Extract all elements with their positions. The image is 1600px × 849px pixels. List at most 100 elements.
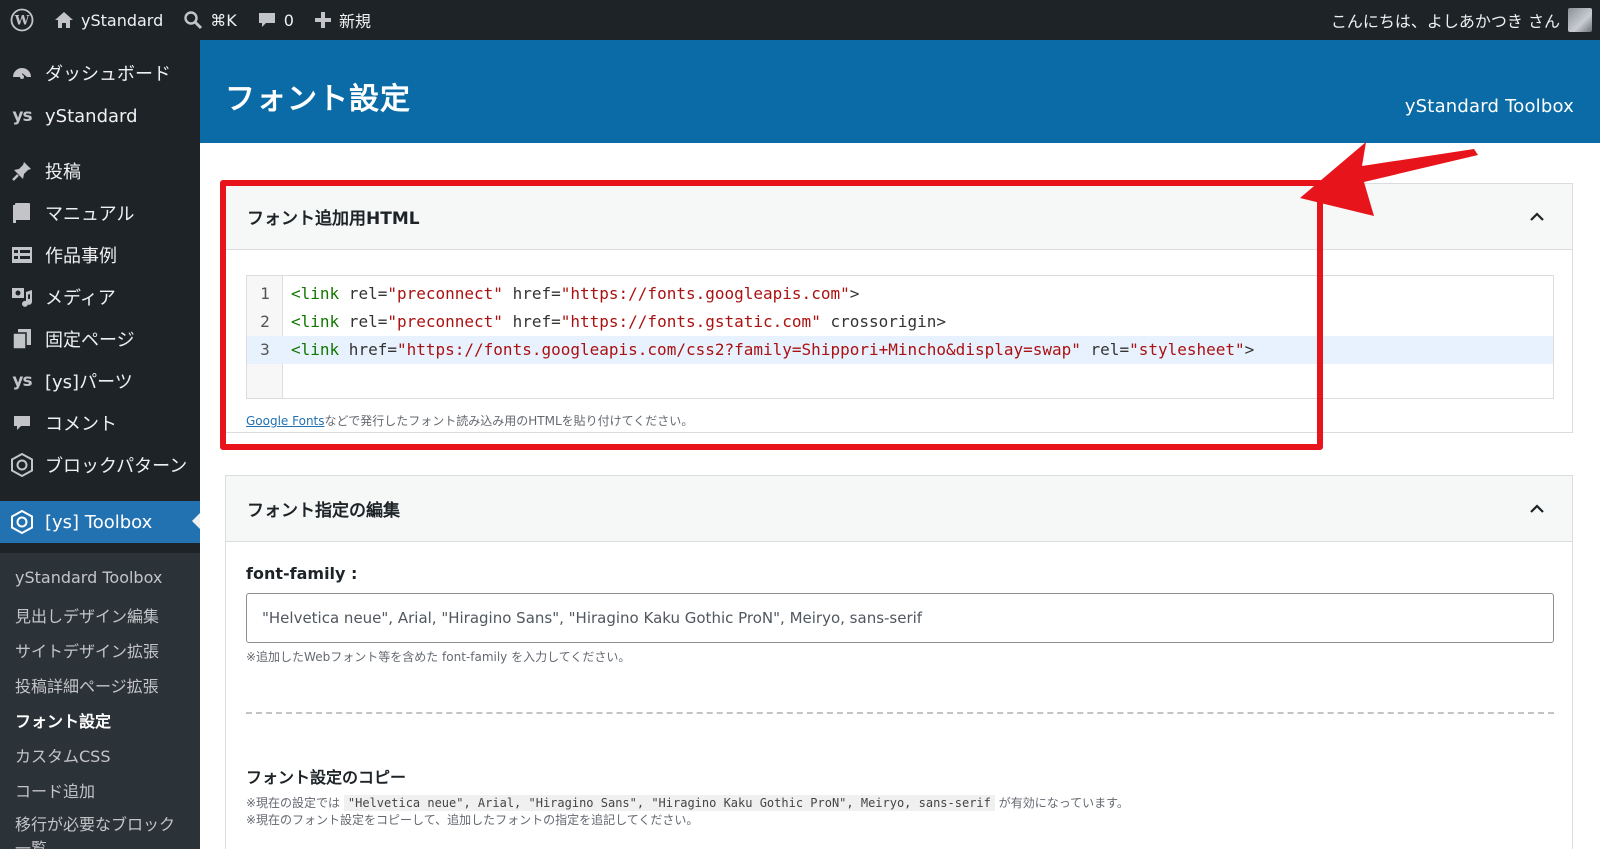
- command-search-button[interactable]: ⌘K: [173, 0, 247, 40]
- search-shortcut: ⌘K: [210, 10, 237, 30]
- code-attribute: rel=: [1080, 340, 1130, 359]
- panel-header[interactable]: フォント追加用HTML: [226, 184, 1572, 250]
- pages-icon: [10, 327, 34, 351]
- code-string: "https://fonts.googleapis.com/css2?famil…: [396, 340, 1081, 359]
- font-family-label: font-family :: [246, 564, 358, 583]
- code-string: "https://fonts.googleapis.com": [560, 284, 850, 303]
- submenu-post-detail[interactable]: 投稿詳細ページ拡張: [15, 673, 159, 697]
- font-family-input[interactable]: [246, 593, 1554, 643]
- note-suffix: が有効になっています。: [998, 796, 1129, 810]
- menu-item-comments[interactable]: コメント: [0, 403, 200, 443]
- hexagon-icon: [10, 510, 34, 534]
- code-attribute: rel=: [339, 284, 388, 303]
- ys-logo: ys: [12, 371, 32, 391]
- book-icon: [10, 201, 34, 225]
- code-string: "https://fonts.gstatic.com": [560, 312, 821, 331]
- home-icon: [54, 10, 74, 30]
- comment-icon: [257, 10, 277, 30]
- submenu-custom-css[interactable]: カスタムCSS: [15, 743, 111, 767]
- code-tag: <link: [291, 312, 340, 331]
- menu-item-ys-toolbox[interactable]: [ys] Toolbox: [0, 501, 200, 543]
- page-header: フォント設定 yStandard Toolbox: [200, 40, 1600, 143]
- submenu-ystandard-toolbox[interactable]: yStandard Toolbox: [15, 568, 162, 587]
- code-attribute: rel=: [339, 312, 388, 331]
- menu-item-posts[interactable]: 投稿: [0, 151, 200, 191]
- submenu-add-code[interactable]: コード追加: [15, 778, 95, 802]
- chevron-up-icon[interactable]: [1528, 500, 1546, 518]
- google-fonts-link[interactable]: Google Fonts: [246, 414, 325, 428]
- submenu-migration-blocks[interactable]: 移行が必要なブロック一覧: [15, 813, 185, 849]
- panel-header[interactable]: フォント指定の編集: [226, 476, 1572, 542]
- code-attribute: crossorigin>: [820, 312, 947, 331]
- menu-item-media[interactable]: メディア: [0, 277, 200, 317]
- copy-note: ※現在の設定では "Helvetica neue", Arial, "Hirag…: [246, 794, 1129, 811]
- code-string: "preconnect": [387, 312, 503, 331]
- font-html-panel: フォント追加用HTML 1 <link rel="preconnect" href…: [225, 183, 1573, 433]
- wordpress-logo-icon[interactable]: W: [0, 0, 44, 40]
- menu-item-ystandard[interactable]: ys yStandard: [0, 96, 200, 136]
- greeting-text: こんにちは、よしあかつき さん: [1330, 12, 1560, 31]
- site-name: yStandard: [81, 10, 164, 30]
- menu-label: 固定ページ: [45, 330, 135, 351]
- dashboard-icon: [10, 61, 34, 85]
- submenu-site-design[interactable]: サイトデザイン拡張: [15, 638, 159, 662]
- code-attribute: href=: [339, 340, 397, 359]
- code-tag: <link: [291, 340, 340, 359]
- toolbox-submenu: yStandard Toolbox 見出しデザイン編集 サイトデザイン拡張 投稿…: [0, 553, 200, 849]
- copy-section-title: フォント設定のコピー: [246, 768, 407, 787]
- line-number: 3: [260, 340, 270, 359]
- code-line[interactable]: 2 <link rel="preconnect" href="https://fo…: [247, 308, 1553, 336]
- divider: [246, 712, 1554, 714]
- code-attribute: >: [1244, 340, 1255, 359]
- comments-link[interactable]: 0: [247, 0, 304, 40]
- menu-label: コメント: [45, 414, 117, 435]
- menu-item-dashboard[interactable]: ダッシュボード: [0, 53, 200, 93]
- font-family-panel: フォント指定の編集 font-family : ※追加したWebフォント等を含め…: [225, 475, 1573, 849]
- admin-sidebar: ダッシュボード ys yStandard 投稿 マニュアル 作品事例 メディア …: [0, 40, 200, 849]
- chevron-up-icon[interactable]: [1528, 208, 1546, 226]
- menu-label: マニュアル: [45, 204, 135, 225]
- new-label: 新規: [338, 12, 371, 31]
- code-attribute: >: [849, 284, 860, 303]
- code-line[interactable]: 1 <link rel="preconnect" href="https://fo…: [247, 280, 1553, 308]
- copy-note-2: ※現在のフォント設定をコピーして、追加したフォントの指定を追記してください。: [246, 813, 699, 827]
- hexagon-icon: [10, 453, 34, 477]
- admin-bar: W yStandard ⌘K 0 新規 こんにちは、よしあかつき さん: [0, 0, 1600, 40]
- code-tag: <link: [291, 284, 340, 303]
- current-font-code[interactable]: "Helvetica neue", Arial, "Hiragino Sans"…: [343, 795, 995, 811]
- menu-label: [ys] Toolbox: [45, 511, 153, 533]
- line-number: 1: [260, 284, 270, 303]
- line-number: 2: [260, 312, 270, 331]
- menu-label: ダッシュボード: [45, 64, 171, 85]
- code-text: <link href="https://fonts.googleapis.com…: [291, 336, 1254, 364]
- comment-icon: [10, 411, 34, 435]
- help-text: などで発行したフォント読み込み用のHTMLを貼り付けてください。: [324, 414, 694, 428]
- code-editor[interactable]: 1 <link rel="preconnect" href="https://fo…: [246, 275, 1554, 399]
- code-text: <link rel="preconnect" href="https://fon…: [291, 308, 946, 336]
- code-line[interactable]: 3 <link href="https://fonts.googleapis.co…: [247, 336, 1553, 364]
- code-string: "stylesheet": [1129, 340, 1245, 359]
- avatar: [1568, 8, 1592, 32]
- submenu-font-settings[interactable]: フォント設定: [15, 708, 111, 732]
- menu-item-block-patterns[interactable]: ブロックパターン: [0, 445, 200, 485]
- panel-title: フォント指定の編集: [247, 501, 400, 521]
- code-attribute: href=: [502, 312, 561, 331]
- pin-icon: [10, 159, 34, 183]
- menu-item-portfolio[interactable]: 作品事例: [0, 235, 200, 275]
- menu-item-manual[interactable]: マニュアル: [0, 193, 200, 233]
- code-text: <link rel="preconnect" href="https://fon…: [291, 280, 859, 308]
- field-help: Google Fontsなどで発行したフォント読み込み用のHTMLを貼り付けてく…: [246, 412, 693, 429]
- menu-item-pages[interactable]: 固定ページ: [0, 319, 200, 359]
- menu-item-ys-parts[interactable]: ys [ys]パーツ: [0, 361, 200, 401]
- menu-label: [ys]パーツ: [45, 372, 133, 393]
- main-content: フォント追加用HTML 1 <link rel="preconnect" href…: [200, 143, 1600, 849]
- new-content-link[interactable]: 新規: [304, 0, 381, 40]
- comments-count: 0: [283, 10, 294, 30]
- ys-logo: ys: [12, 106, 32, 126]
- menu-label: yStandard: [45, 105, 138, 127]
- site-name-link[interactable]: yStandard: [44, 0, 173, 40]
- account-menu[interactable]: こんにちは、よしあかつき さん: [1321, 0, 1600, 40]
- code-attribute: href=: [502, 284, 561, 303]
- menu-label: 作品事例: [45, 246, 117, 267]
- submenu-heading-design[interactable]: 見出しデザイン編集: [15, 603, 159, 627]
